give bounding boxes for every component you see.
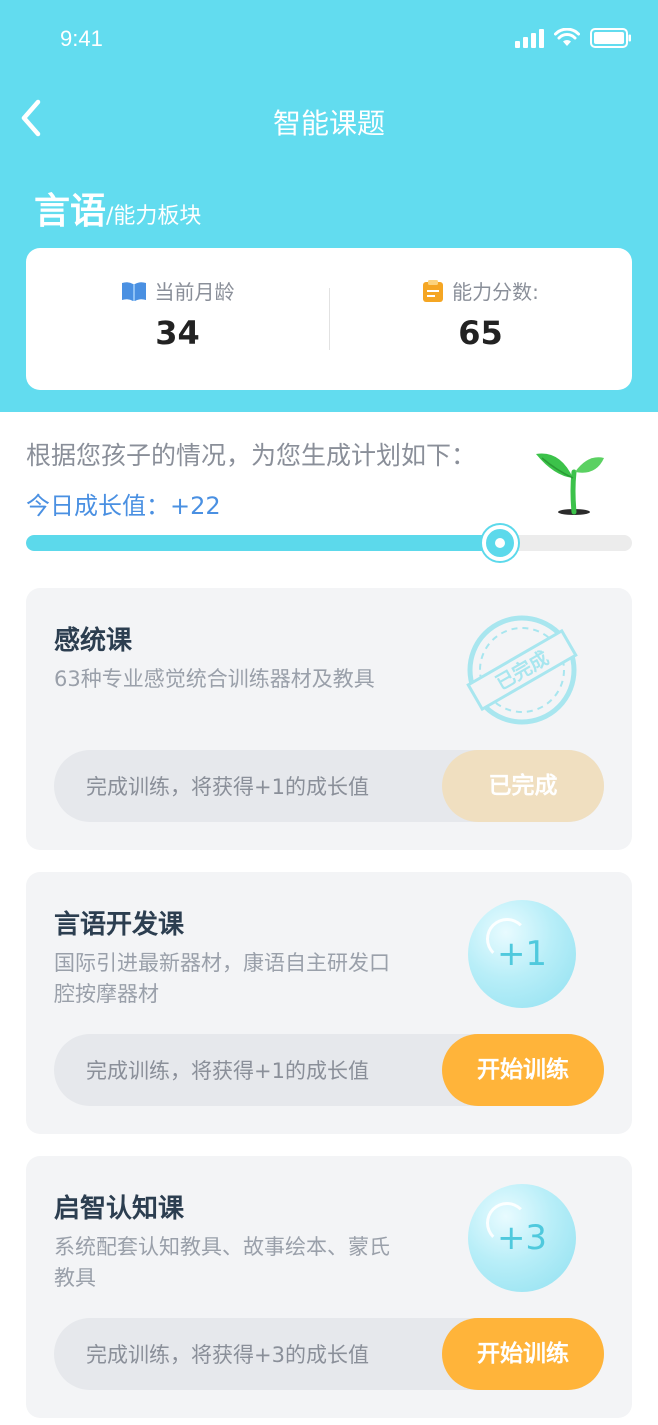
wifi-icon: [554, 28, 580, 46]
reward-text: 完成训练，将获得+3的成长值: [86, 1343, 369, 1367]
course-reward-bar: 完成训练，将获得+3的成长值 开始训练: [54, 1318, 604, 1390]
course-title: 言语开发课: [54, 910, 185, 940]
score-label-row: 能力分数:: [329, 276, 632, 305]
age-label-row: 当前月龄: [26, 276, 329, 305]
age-label: 当前月龄: [154, 280, 235, 304]
clipboard-icon: [423, 279, 444, 302]
start-training-button[interactable]: 开始训练: [442, 1318, 604, 1390]
reward-bubble: +3: [468, 1184, 576, 1292]
course-reward-bar: 完成训练，将获得+1的成长值 已完成: [54, 750, 604, 822]
reward-text: 完成训练，将获得+1的成长值: [86, 775, 369, 799]
status-time: 9:41: [60, 26, 103, 51]
course-description: 63种专业感觉统合训练器材及教具: [54, 667, 375, 691]
status-icons: [515, 28, 632, 48]
growth-progress-thumb[interactable]: [482, 525, 518, 561]
battery-icon: [590, 28, 631, 48]
start-training-button[interactable]: 开始训练: [442, 1034, 604, 1106]
book-icon: [121, 281, 146, 301]
section-suffix: /能力板块: [106, 204, 202, 229]
reward-text: 完成训练，将获得+1的成长值: [86, 1059, 369, 1083]
section-name: 言语: [34, 191, 107, 232]
section-title: 言语/能力板块: [34, 182, 201, 234]
course-title: 启智认知课: [54, 1194, 185, 1224]
course-reward-bar: 完成训练，将获得+1的成长值 开始训练: [54, 1034, 604, 1106]
course-card-speech: 言语开发课 国际引进最新器材，康语自主研发口腔按摩器材 +1 完成训练，将获得+…: [26, 872, 632, 1134]
growth-progress-fill: [26, 535, 511, 551]
score-block: 能力分数: 65: [329, 248, 632, 390]
page-title: 智能课题: [272, 107, 385, 140]
reward-bubble: +1: [468, 900, 576, 1008]
growth-progress-track: [26, 535, 632, 551]
score-label: 能力分数:: [452, 280, 539, 304]
course-description: 国际引进最新器材，康语自主研发口腔按摩器材: [54, 951, 390, 1006]
course-title: 感统课: [54, 626, 133, 656]
nav-bar: 智能课题: [0, 90, 658, 150]
score-value: 65: [458, 314, 503, 352]
plan-intro: 根据您孩子的情况，为您生成计划如下：: [26, 441, 477, 470]
course-description: 系统配套认知教具、故事绘本、蒙氏教具: [54, 1235, 390, 1290]
course-card-cognition: 启智认知课 系统配套认知教具、故事绘本、蒙氏教具 +3 完成训练，将获得+3的成…: [26, 1156, 632, 1418]
age-value: 34: [155, 314, 200, 352]
completed-button[interactable]: 已完成: [442, 750, 604, 822]
growth-value-label: 今日成长值：+22: [26, 492, 221, 520]
status-bar: 9:41: [0, 0, 658, 80]
info-card: 当前月龄 34 能力分数: 65: [26, 248, 632, 390]
completed-stamp-icon: 已完成: [466, 615, 578, 725]
course-card-sensory: 感统课 63种专业感觉统合训练器材及教具 已完成 完成训练，将获得+1的成长值 …: [26, 588, 632, 850]
sprout-icon: [536, 453, 604, 515]
signal-icon: [515, 28, 544, 48]
age-block: 当前月龄 34: [26, 248, 329, 390]
